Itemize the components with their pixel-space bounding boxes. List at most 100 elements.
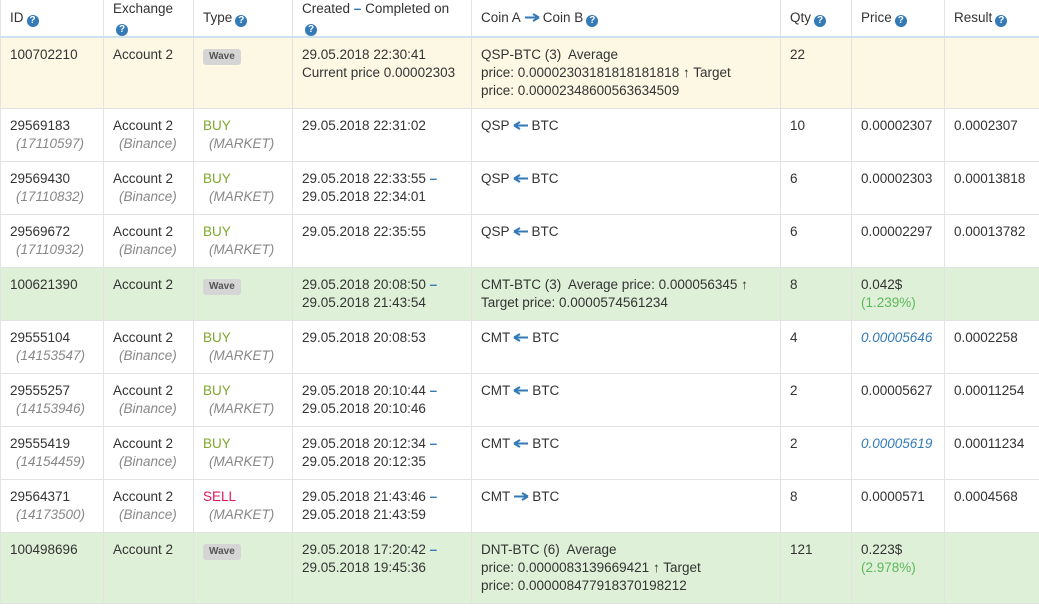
qty-cell: 10 xyxy=(780,107,852,162)
coins-cell: CMT-BTC (3) Average price: 0.000056345 ↑… xyxy=(471,266,781,321)
order-id[interactable]: 100702210 xyxy=(0,36,104,109)
order-row[interactable]: 29555257 (14153946) Account 2 (Binance) BU… xyxy=(0,372,1039,427)
header-qty[interactable]: Qty? xyxy=(780,0,852,38)
profit-percent: (2.978%) xyxy=(861,559,916,575)
result-cell: 0.0002307 xyxy=(944,107,1039,162)
price-cell: 0.0000571 xyxy=(851,478,945,533)
price-cell: 0.00002307 xyxy=(851,107,945,162)
buy-arrow-icon xyxy=(513,226,528,236)
coins-cell: CMT BTC xyxy=(471,425,781,480)
date-cell: 29.05.2018 22:31:02 xyxy=(292,107,472,162)
price-link[interactable]: 0.00005646 xyxy=(861,330,932,345)
result-cell xyxy=(944,36,1039,109)
help-icon[interactable]: ? xyxy=(116,24,128,36)
type-cell: Wave xyxy=(193,266,293,321)
wave-row[interactable]: 100621390 Account 2 Wave 29.05.2018 20:0… xyxy=(0,266,1039,321)
arrow-up-icon: ↑ xyxy=(682,65,690,80)
type-cell: BUY (MARKET) xyxy=(193,372,293,427)
coins-cell: QSP-BTC (3) Average price: 0.00002303181… xyxy=(471,36,781,109)
price-cell: 0.223$ (2.978%) xyxy=(851,531,945,604)
buy-arrow-icon xyxy=(513,173,528,183)
order-row[interactable]: 29564371 (14173500) Account 2 (Binance) SE… xyxy=(0,478,1039,533)
wave-badge: Wave xyxy=(203,543,241,560)
date-cell: 29.05.2018 20:12:34 –29.05.2018 20:12:35 xyxy=(292,425,472,480)
coins-cell: CMT BTC xyxy=(471,478,781,533)
price-cell: 0.042$ (1.239%) xyxy=(851,266,945,321)
price-link[interactable]: 0.00005619 xyxy=(861,436,932,451)
exchange-cell: Account 2 xyxy=(103,36,194,109)
help-icon[interactable]: ? xyxy=(26,15,39,27)
order-id[interactable]: 29569430 (17110832) xyxy=(0,160,104,215)
profit-percent: (1.239%) xyxy=(861,294,916,310)
coins-cell: QSP BTC xyxy=(471,107,781,162)
help-icon[interactable]: ? xyxy=(894,15,907,27)
coins-cell: CMT BTC xyxy=(471,319,781,374)
dash-icon: – xyxy=(429,541,438,557)
help-icon[interactable]: ? xyxy=(235,15,248,27)
date-cell: 29.05.2018 22:30:41 Current price 0.00002… xyxy=(292,36,472,109)
price-cell: 0.00005627 xyxy=(851,372,945,427)
header-created-completed[interactable]: Created – Completed on? xyxy=(292,0,472,38)
type-cell: BUY (MARKET) xyxy=(193,319,293,374)
order-row[interactable]: 29569430 (17110832) Account 2 (Binance) BU… xyxy=(0,160,1039,215)
help-icon[interactable]: ? xyxy=(305,24,317,36)
price-cell xyxy=(851,36,945,109)
result-cell xyxy=(944,266,1039,321)
wave-row[interactable]: 100702210 Account 2 Wave 29.05.2018 22:3… xyxy=(0,36,1039,109)
header-type[interactable]: Type? xyxy=(193,0,293,38)
header-exchange[interactable]: Exchange? xyxy=(103,0,194,38)
sell-arrow-icon xyxy=(514,491,529,501)
header-result[interactable]: Result? xyxy=(944,0,1039,38)
type-cell: BUY (MARKET) xyxy=(193,160,293,215)
header-id[interactable]: ID? xyxy=(0,0,104,38)
order-row[interactable]: 29555104 (14153547) Account 2 (Binance) BU… xyxy=(0,319,1039,374)
exchange-cell: Account 2 xyxy=(103,266,194,321)
header-price[interactable]: Price? xyxy=(851,0,945,38)
coins-cell: QSP BTC xyxy=(471,160,781,215)
order-row[interactable]: 29569672 (17110932) Account 2 (Binance) BU… xyxy=(0,213,1039,268)
help-icon[interactable]: ? xyxy=(814,15,827,27)
help-icon[interactable]: ? xyxy=(586,15,599,27)
orders-table: ID? Exchange? Type? Created – Completed … xyxy=(0,0,1039,604)
date-cell: 29.05.2018 17:20:42 –29.05.2018 19:45:36 xyxy=(292,531,472,604)
buy-arrow-icon xyxy=(513,120,528,130)
date-cell: 29.05.2018 20:08:50 –29.05.2018 21:43:54 xyxy=(292,266,472,321)
order-id[interactable]: 29569672 (17110932) xyxy=(0,213,104,268)
qty-cell: 6 xyxy=(780,160,852,215)
arrow-up-icon: ↑ xyxy=(741,276,748,292)
price-cell[interactable]: 0.00005646 xyxy=(851,319,945,374)
exchange-cell: Account 2 (Binance) xyxy=(103,107,194,162)
order-id[interactable]: 29564371 (14173500) xyxy=(0,478,104,533)
arrow-up-icon: ↑ xyxy=(652,559,660,575)
order-id[interactable]: 100621390 xyxy=(0,266,104,321)
dash-icon: – xyxy=(353,1,362,16)
order-id[interactable]: 29555257 (14153946) xyxy=(0,372,104,427)
wave-badge: Wave xyxy=(203,49,241,65)
exchange-cell: Account 2 (Binance) xyxy=(103,319,194,374)
order-row[interactable]: 29555419 (14154459) Account 2 (Binance) BU… xyxy=(0,425,1039,480)
date-cell: 29.05.2018 20:08:53 xyxy=(292,319,472,374)
date-cell: 29.05.2018 22:33:55 –29.05.2018 22:34:01 xyxy=(292,160,472,215)
qty-cell: 22 xyxy=(780,36,852,109)
dash-icon: – xyxy=(429,435,438,451)
type-cell: Wave xyxy=(193,36,293,109)
type-cell: BUY (MARKET) xyxy=(193,107,293,162)
type-cell: BUY (MARKET) xyxy=(193,213,293,268)
buy-arrow-icon xyxy=(513,332,529,342)
exchange-cell: Account 2 (Binance) xyxy=(103,372,194,427)
order-row[interactable]: 29569183 (17110597) Account 2 (Binance) BU… xyxy=(0,107,1039,162)
header-coins[interactable]: Coin A Coin B? xyxy=(471,0,781,38)
order-id[interactable]: 29555419 (14154459) xyxy=(0,425,104,480)
order-id[interactable]: 29569183 (17110597) xyxy=(0,107,104,162)
wave-row[interactable]: 100498696 Account 2 Wave 29.05.2018 17:2… xyxy=(0,531,1039,604)
result-cell: 0.00011254 xyxy=(944,372,1039,427)
date-cell: 29.05.2018 20:10:44 –29.05.2018 20:10:46 xyxy=(292,372,472,427)
order-id[interactable]: 29555104 (14153547) xyxy=(0,319,104,374)
price-cell: 0.00002297 xyxy=(851,213,945,268)
date-cell: 29.05.2018 21:43:46 –29.05.2018 21:43:59 xyxy=(292,478,472,533)
order-id[interactable]: 100498696 xyxy=(0,531,104,604)
buy-arrow-icon xyxy=(513,438,529,448)
qty-cell: 8 xyxy=(780,266,852,321)
price-cell[interactable]: 0.00005619 xyxy=(851,425,945,480)
help-icon[interactable]: ? xyxy=(995,15,1008,27)
